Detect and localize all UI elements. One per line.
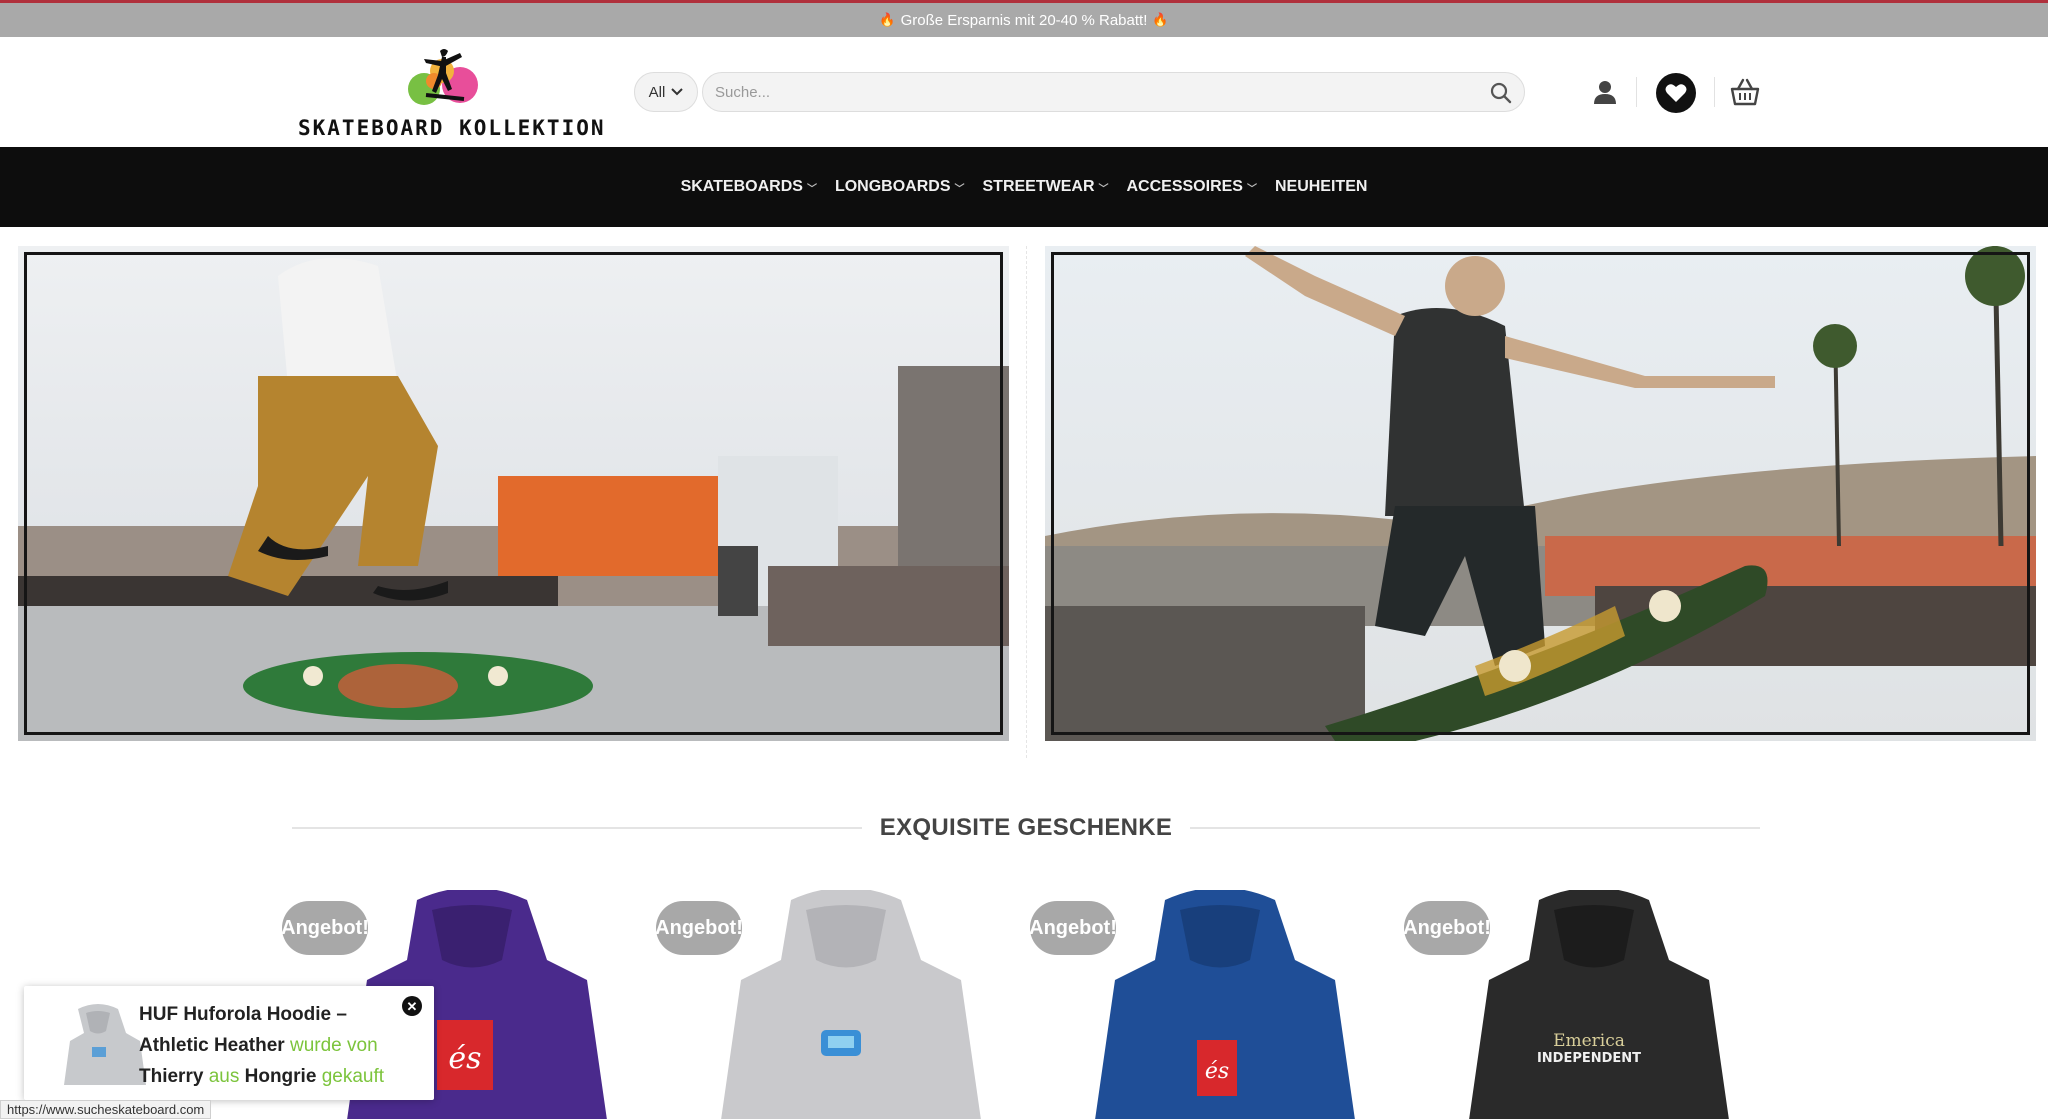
flame-icon: 🔥	[879, 12, 896, 27]
search-button[interactable]	[1488, 80, 1514, 106]
chevron-down-icon: ﹀	[806, 183, 817, 195]
nav-item-label: LONGBOARDS	[834, 178, 951, 195]
hero-divider	[1026, 246, 1027, 758]
nav-item-longboards[interactable]: LONGBOARDS ﹀	[835, 178, 965, 196]
logo-skater-art	[408, 49, 478, 105]
category-select[interactable]: All	[634, 72, 698, 112]
sale-badge: Angebot!	[1404, 901, 1491, 955]
chevron-down-icon: ﹀	[954, 183, 965, 195]
nav-item-skateboards[interactable]: SKATEBOARDS ﹀	[681, 178, 817, 196]
site-logo[interactable]: SKATEBOARD KOLLEKTION	[296, 43, 604, 143]
popup-message: HUF Huforola Hoodie – Athletic Heather w…	[139, 999, 399, 1092]
recent-sale-popup[interactable]: HUF Huforola Hoodie – Athletic Heather w…	[24, 986, 434, 1100]
close-icon[interactable]: ✕	[402, 996, 422, 1016]
svg-text:INDEPENDENT: INDEPENDENT	[1537, 1051, 1641, 1066]
popup-text-from: aus	[208, 1066, 240, 1087]
svg-text:Emerica: Emerica	[1553, 1031, 1625, 1051]
popup-text-bought: gekauft	[321, 1066, 385, 1087]
popup-buyer-country: Hongrie	[244, 1066, 317, 1087]
user-icon[interactable]	[1592, 79, 1618, 105]
svg-text:és: és	[448, 1041, 481, 1076]
sale-badge: Angebot!	[282, 901, 369, 955]
nav-item-label: SKATEBOARDS	[680, 178, 803, 195]
divider-line	[1190, 827, 1760, 829]
product-card[interactable]: Angebot!	[656, 890, 986, 1119]
chevron-down-icon	[671, 88, 684, 96]
header-divider	[1636, 77, 1637, 107]
popup-text-by: wurde von	[289, 1035, 378, 1056]
hero-banner-right[interactable]	[1045, 246, 2036, 741]
nav-item-streetwear[interactable]: STREETWEAR ﹀	[983, 178, 1109, 196]
divider-line	[292, 827, 862, 829]
svg-text:és: és	[1205, 1059, 1229, 1084]
popup-product-thumbnail	[64, 1004, 146, 1085]
chevron-down-icon: ﹀	[1246, 183, 1257, 195]
header-divider	[1714, 77, 1715, 107]
flame-icon: 🔥	[1152, 12, 1169, 27]
nav-item-accessoires[interactable]: ACCESSOIRES ﹀	[1127, 178, 1257, 196]
promo-bar: 🔥 Große Ersparnis mit 20-40 % Rabatt! 🔥	[0, 0, 2048, 37]
main-navigation: SKATEBOARDS ﹀ LONGBOARDS ﹀ STREETWEAR ﹀ …	[0, 147, 2048, 227]
product-card[interactable]: Angebot! és	[1030, 890, 1360, 1119]
section-header: EXQUISITE GESCHENKE	[292, 810, 1760, 846]
promo-text: Große Ersparnis mit 20-40 % Rabatt!	[900, 11, 1148, 29]
status-bar-url: https://www.sucheskateboard.com	[0, 1100, 212, 1119]
popup-buyer-name: Thierry	[139, 1066, 204, 1087]
wishlist-button[interactable]	[1656, 73, 1696, 113]
search-icon	[1490, 82, 1512, 104]
nav-item-neuheiten[interactable]: NEUHEITEN	[1275, 178, 1367, 196]
category-select-value: All	[648, 83, 666, 101]
basket-icon[interactable]	[1729, 77, 1761, 107]
search-box	[702, 72, 1525, 112]
hero-banner-left[interactable]	[18, 246, 1009, 741]
nav-item-label: NEUHEITEN	[1274, 178, 1368, 195]
logo-text: SKATEBOARD KOLLEKTION	[298, 116, 606, 140]
search-input[interactable]	[715, 73, 1455, 111]
heart-icon	[1665, 84, 1687, 102]
section-title: EXQUISITE GESCHENKE	[879, 814, 1173, 841]
chevron-down-icon: ﹀	[1098, 183, 1109, 195]
sale-badge: Angebot!	[656, 901, 743, 955]
nav-item-label: ACCESSOIRES	[1126, 178, 1243, 195]
sale-badge: Angebot!	[1030, 901, 1117, 955]
product-card[interactable]: Angebot! Emerica INDEPENDENT	[1404, 890, 1734, 1119]
hero-image-skater-kickflip	[18, 246, 1009, 741]
nav-item-label: STREETWEAR	[982, 178, 1095, 195]
site-header: SKATEBOARD KOLLEKTION All	[0, 37, 2048, 147]
hero-image-skater-ramp	[1045, 246, 2036, 741]
